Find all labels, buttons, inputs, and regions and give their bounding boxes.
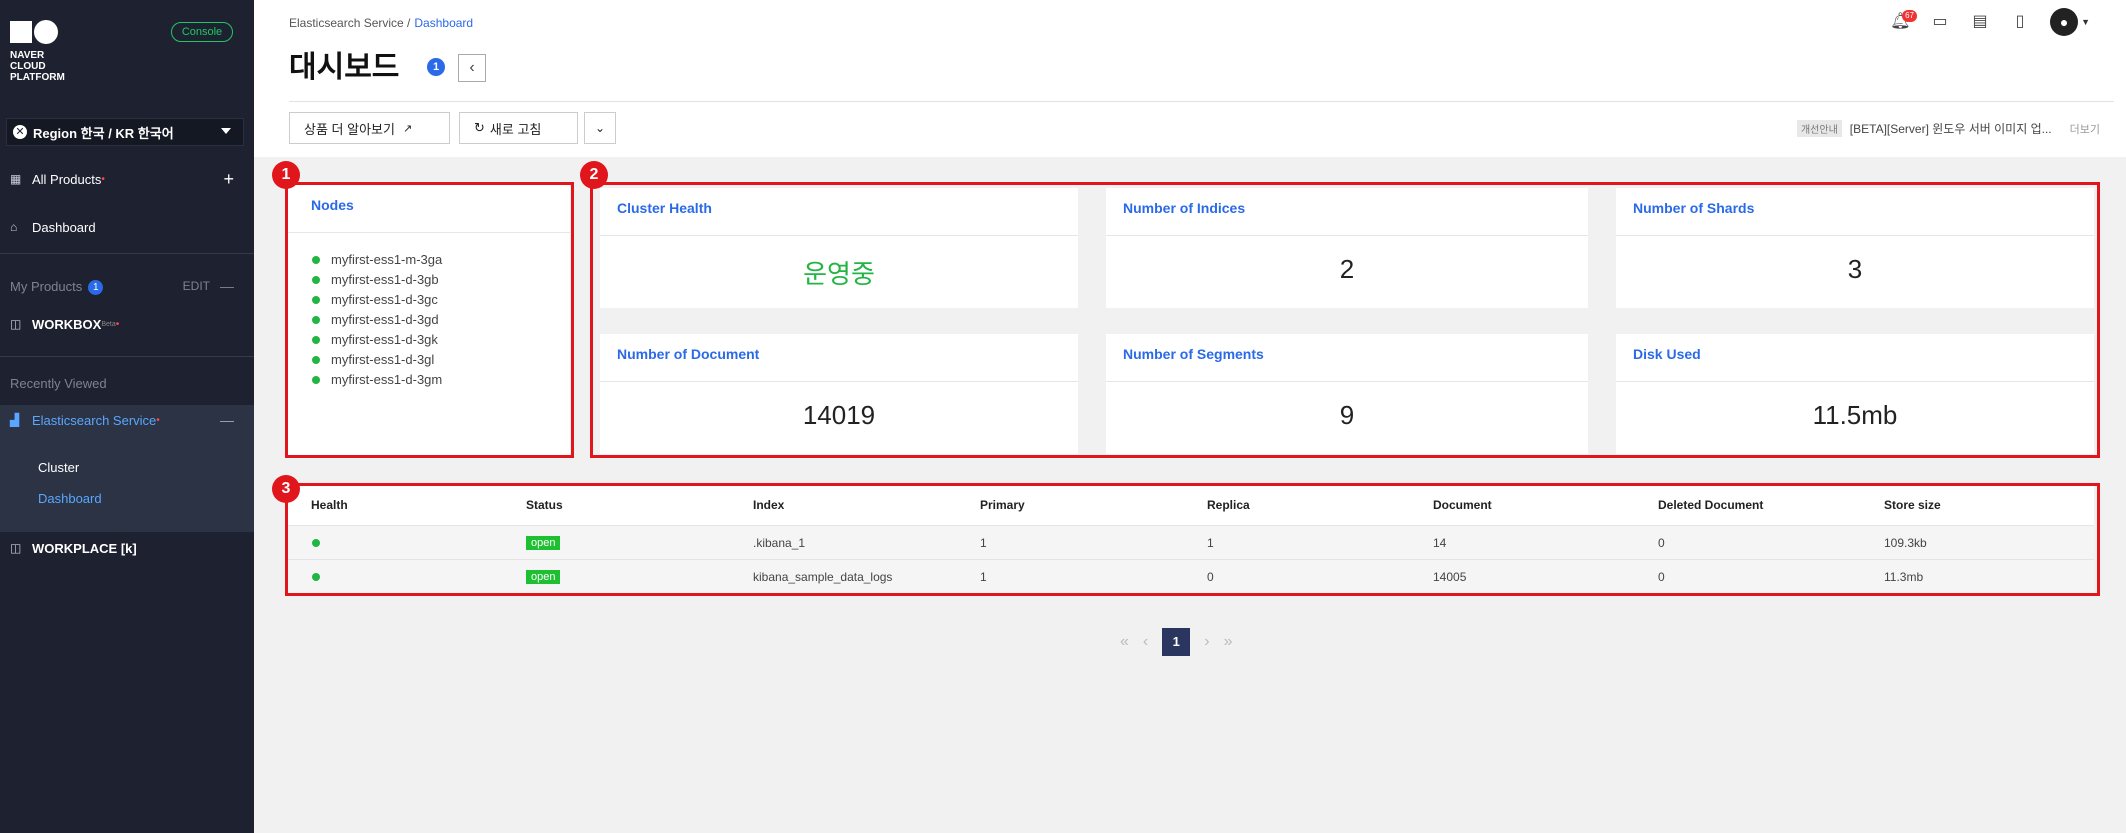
more-dropdown-button[interactable]: ⌄ xyxy=(584,112,616,144)
recently-viewed-label: Recently Viewed xyxy=(10,376,107,391)
chevron-down-icon: ⌄ xyxy=(594,121,606,135)
annotation-marker: 1 xyxy=(272,161,300,189)
refresh-icon: ↻ xyxy=(474,120,485,135)
annotation-frame-stats xyxy=(590,182,2100,458)
plus-icon[interactable]: + xyxy=(223,169,234,190)
pagination: « ‹ 1 › » xyxy=(1120,628,1232,656)
sidebar-subitem-cluster[interactable]: Cluster xyxy=(38,460,79,475)
notice-text[interactable]: [BETA][Server] 윈도우 서버 이미지 업... xyxy=(1850,120,2052,137)
bell-icon[interactable]: 🔔︎ 67 xyxy=(1890,10,1917,32)
naver-cloud-logo[interactable]: NAVER CLOUD PLATFORM xyxy=(10,20,70,83)
sidebar-item-workbox[interactable]: ◫ WORKBOX Beta • xyxy=(0,314,254,334)
sidebar-item-elasticsearch[interactable]: ▟ Elasticsearch Service • — xyxy=(0,410,254,430)
workbox-icon: ◫ xyxy=(10,317,22,331)
region-selector[interactable]: ✕ Region 한국 / KR 한국어 xyxy=(6,118,244,146)
sidebar-item-workplace[interactable]: ◫ WORKPLACE [k] xyxy=(0,538,254,558)
user-avatar-icon[interactable]: ● xyxy=(2050,8,2079,36)
region-close-icon[interactable]: ✕ xyxy=(13,125,27,139)
logo-mark-icon xyxy=(10,20,70,44)
chevron-down-icon: ▼ xyxy=(2081,17,2090,27)
sidebar-item-dashboard[interactable]: ⌂ Dashboard xyxy=(0,217,254,237)
logo-text: NAVER CLOUD PLATFORM xyxy=(10,50,65,83)
sidebar-divider xyxy=(0,253,254,254)
prev-page-icon[interactable]: ‹ xyxy=(1143,633,1148,651)
breadcrumb: Elasticsearch Service / Dashboard xyxy=(289,16,473,30)
console-button[interactable]: Console xyxy=(171,22,233,42)
sidebar-item-all-products[interactable]: ▦ All Products • + xyxy=(0,169,254,189)
sidebar-item-label: WORKBOX xyxy=(32,316,102,332)
chat-icon[interactable]: ▭ xyxy=(1930,12,1950,32)
sidebar: NAVER CLOUD PLATFORM Console ✕ Region 한국… xyxy=(0,0,254,833)
notification-count: 67 xyxy=(1902,10,1917,22)
grid-icon: ▦ xyxy=(10,172,22,186)
edit-button[interactable]: EDIT xyxy=(183,279,210,293)
new-dot: • xyxy=(156,414,160,426)
home-icon: ⌂ xyxy=(10,220,18,234)
next-page-icon[interactable]: › xyxy=(1204,633,1209,651)
learn-more-label: 상품 더 알아보기 xyxy=(304,121,395,137)
my-products-count: 1 xyxy=(88,280,104,296)
first-page-icon[interactable]: « xyxy=(1120,633,1129,651)
book-icon[interactable]: ▯ xyxy=(2010,12,2030,32)
refresh-label: 새로 고침 xyxy=(489,121,542,137)
chevron-down-icon xyxy=(221,128,231,134)
chart-icon: ▟ xyxy=(10,413,20,427)
annotation-frame-nodes xyxy=(285,182,574,458)
calendar-icon[interactable]: ▤ xyxy=(1970,12,1990,32)
breadcrumb-root[interactable]: Elasticsearch Service / xyxy=(289,16,410,30)
user-menu[interactable]: ● ▼ xyxy=(2050,8,2090,36)
title-info-badge[interactable]: 1 xyxy=(427,58,445,76)
sidebar-divider xyxy=(0,356,254,357)
page-header: Elasticsearch Service / Dashboard 대시보드 1 … xyxy=(254,0,2126,157)
refresh-button[interactable]: ↻ 새로 고침 xyxy=(459,112,578,144)
top-right-toolbar: 🔔︎ 67 ▭ ▤ ▯ ● ▼ xyxy=(1890,8,2090,36)
last-page-icon[interactable]: » xyxy=(1224,633,1233,651)
back-button[interactable]: ‹ xyxy=(458,54,486,82)
my-products-label: My Products xyxy=(10,279,83,294)
region-label: Region 한국 / KR 한국어 xyxy=(33,125,174,141)
notice-more-link[interactable]: 더보기 xyxy=(2070,121,2100,137)
learn-more-button[interactable]: 상품 더 알아보기 ↗ xyxy=(289,112,450,144)
collapse-icon[interactable]: — xyxy=(220,412,234,428)
sidebar-item-label: Elasticsearch Service xyxy=(32,412,157,428)
annotation-marker: 3 xyxy=(272,475,300,503)
annotation-marker: 2 xyxy=(580,161,608,189)
external-link-icon: ↗ xyxy=(402,122,413,135)
collapse-icon[interactable]: — xyxy=(220,278,234,294)
beta-sup: Beta xyxy=(101,320,116,328)
page-current[interactable]: 1 xyxy=(1162,628,1191,656)
workplace-icon: ◫ xyxy=(10,541,22,555)
new-dot: • xyxy=(101,173,105,185)
sidebar-item-label: Dashboard xyxy=(32,219,96,235)
header-divider xyxy=(289,101,2114,102)
my-products-header: My Products 1 xyxy=(10,279,104,296)
sidebar-subitem-dashboard[interactable]: Dashboard xyxy=(38,491,102,506)
notice-tag: 개선안내 xyxy=(1796,120,1842,137)
notice-banner[interactable]: 개선안내 [BETA][Server] 윈도우 서버 이미지 업... 더보기 xyxy=(1796,120,2100,137)
breadcrumb-current[interactable]: Dashboard xyxy=(414,16,473,30)
sidebar-item-label: WORKPLACE [k] xyxy=(32,540,137,556)
annotation-frame-table xyxy=(285,483,2100,596)
page-title: 대시보드 xyxy=(289,51,400,84)
new-dot: • xyxy=(115,318,120,330)
sidebar-item-label: All Products xyxy=(32,171,102,187)
